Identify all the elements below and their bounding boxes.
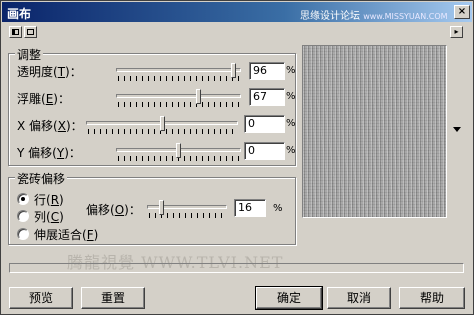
emboss-label: 浮雕(E)：: [17, 92, 70, 106]
transparency-input[interactable]: 96: [249, 62, 285, 80]
row-radio-label[interactable]: 行(R): [34, 191, 64, 208]
column-radio-label-key: C: [50, 210, 60, 224]
y-offset-label-text: Y 偏移: [17, 146, 53, 160]
y-offset-label-key: Y: [56, 146, 65, 160]
x-offset-unit: %: [286, 118, 296, 129]
ok-button[interactable]: 确定: [255, 286, 323, 310]
column-radio-label[interactable]: 列(C): [34, 208, 64, 225]
emboss-label-key: E: [45, 92, 54, 106]
transparency-label-text: 透明度: [17, 65, 54, 79]
emboss-label-text: 浮雕: [17, 92, 42, 106]
preview-dropdown-arrow-icon[interactable]: [453, 127, 461, 132]
watermark-top: 思缘设计论坛 www.MISSYUAN.COM: [300, 7, 448, 22]
x-offset-slider-thumb[interactable]: [160, 116, 165, 131]
reset-button[interactable]: 重置: [81, 287, 145, 309]
y-offset-label: Y 偏移(Y)：: [17, 146, 81, 160]
adjust-group-title: 调整: [15, 46, 44, 63]
tile-offset-group-title: 瓷砖偏移: [15, 170, 68, 187]
help-button[interactable]: 帮助: [399, 287, 465, 309]
emboss-slider[interactable]: [116, 94, 241, 98]
column-radio-label-text: 列: [34, 210, 47, 224]
stretch-fit-radio-label[interactable]: 伸展适合(F): [34, 226, 98, 243]
emboss-slider-thumb[interactable]: [196, 89, 201, 104]
close-button[interactable]: ×: [454, 5, 470, 19]
row-radio-label-text: 行: [34, 193, 47, 207]
x-offset-label-text: X 偏移: [17, 119, 54, 133]
stretch-fit-radio-label-key: F: [86, 228, 94, 242]
row-radio[interactable]: [17, 193, 29, 205]
cancel-button[interactable]: 取消: [327, 287, 391, 309]
right-arrow-icon: ▸: [454, 27, 459, 36]
offset-label: 偏移(O)：: [86, 203, 141, 217]
flyout-menu-button[interactable]: ▸: [450, 26, 463, 38]
progress-bar: [9, 263, 464, 273]
close-icon: ×: [457, 6, 467, 17]
emboss-input[interactable]: 67: [249, 88, 285, 106]
x-offset-input[interactable]: 0: [244, 115, 285, 133]
transparency-label: 透明度(T)：: [17, 65, 82, 79]
x-offset-label: X 偏移(X)：: [17, 119, 83, 133]
offset-unit: %: [273, 203, 283, 214]
offset-slider-thumb[interactable]: [159, 200, 164, 215]
emboss-unit: %: [286, 91, 296, 102]
offset-label-key: O: [114, 203, 125, 217]
title-bar[interactable]: 画布 思缘设计论坛 www.MISSYUAN.COM ×: [2, 2, 472, 22]
single-page-view-button[interactable]: [9, 26, 22, 38]
transparency-slider[interactable]: [116, 68, 241, 72]
y-offset-input[interactable]: 0: [244, 142, 285, 160]
transparency-ticks: [118, 76, 240, 81]
transparency-slider-thumb[interactable]: [231, 63, 236, 78]
window-title: 画布: [7, 7, 32, 21]
stretch-fit-radio[interactable]: [17, 228, 29, 240]
emboss-ticks: [118, 102, 240, 107]
transparency-unit: %: [286, 65, 296, 76]
offset-input[interactable]: 16: [234, 199, 266, 217]
y-offset-slider-thumb[interactable]: [176, 143, 181, 158]
dual-page-view-button[interactable]: [24, 26, 37, 38]
row-radio-label-key: R: [50, 193, 60, 207]
x-offset-label-key: X: [57, 119, 66, 133]
texture-preview[interactable]: [302, 45, 447, 218]
dual-page-icon: [27, 29, 34, 35]
watermark-top-cn: 思缘设计论坛: [300, 11, 360, 22]
preview-button[interactable]: 预览: [9, 287, 73, 309]
offset-label-text: 偏移: [86, 203, 111, 217]
single-page-icon: [12, 29, 19, 35]
watermark-top-url: www.MISSYUAN.COM: [363, 12, 448, 21]
canvas-dialog: 画布 思缘设计论坛 www.MISSYUAN.COM × ▸ 调整 透明度(T)…: [0, 0, 474, 315]
transparency-label-key: T: [57, 65, 66, 79]
y-offset-unit: %: [286, 145, 296, 156]
stretch-fit-radio-label-text: 伸展适合: [34, 228, 83, 242]
column-radio[interactable]: [17, 210, 29, 222]
